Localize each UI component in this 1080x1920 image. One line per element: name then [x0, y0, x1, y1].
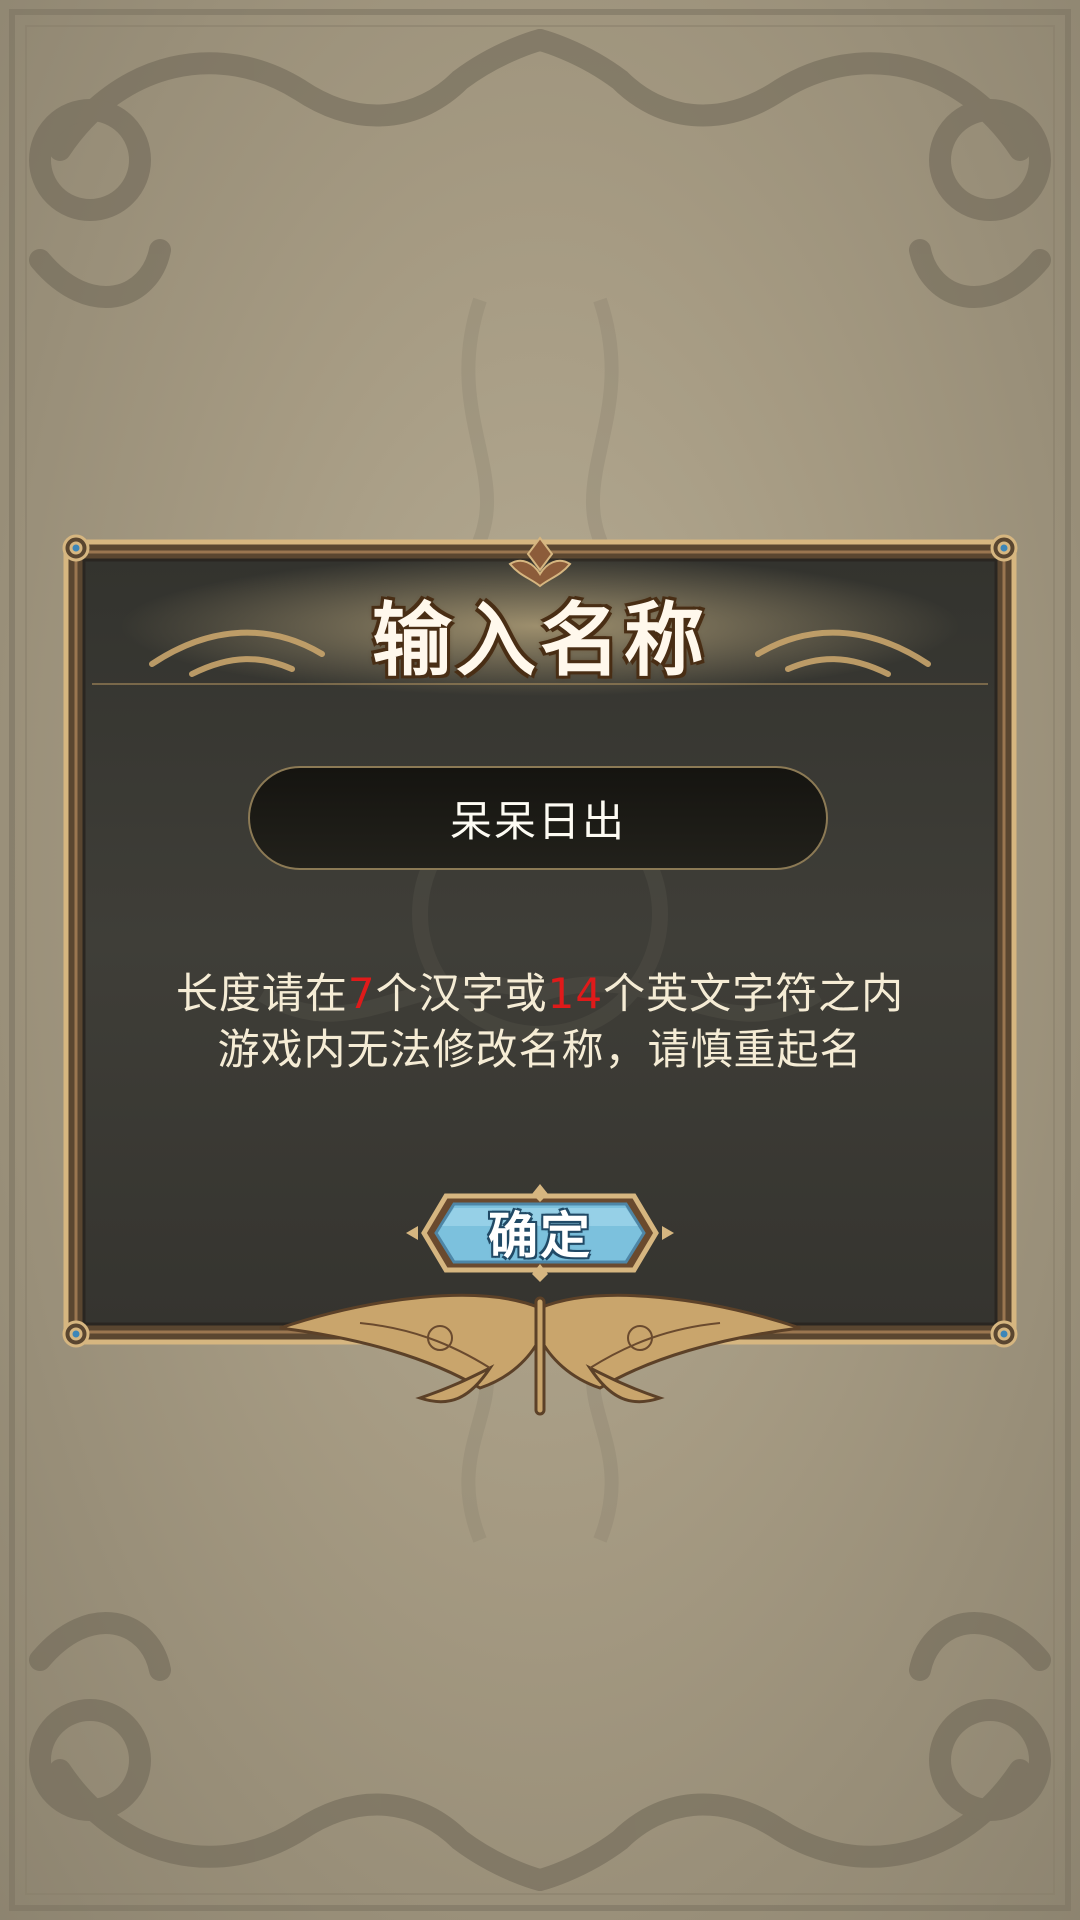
name-input-dialog: 输入名称 呆呆日出 长度请在7个汉字或14个英文字符之内 游戏内无法修改名称，请… — [62, 534, 1018, 1416]
confirm-button-label: 确定 — [488, 1207, 592, 1265]
butterfly-ornament-icon — [279, 1293, 801, 1416]
bottom-ornament-icon — [29, 1612, 1051, 1891]
hint-text: 个英文字符之内 — [603, 969, 905, 1018]
hint-english-limit: 14 — [547, 969, 604, 1018]
dialog-title: 输入名称 — [372, 594, 708, 687]
name-input[interactable]: 呆呆日出 — [248, 766, 828, 870]
top-ornament-icon — [29, 29, 1051, 308]
hint-warning: 游戏内无法修改名称，请慎重起名 — [217, 1025, 863, 1074]
hint-text: 长度请在 — [175, 969, 348, 1018]
hint-text: 个汉字或 — [375, 969, 548, 1018]
hint-length: 长度请在7个汉字或14个英文字符之内 — [62, 960, 1018, 1021]
name-input-value: 呆呆日出 — [449, 796, 626, 846]
hint-chinese-limit: 7 — [347, 969, 376, 1018]
confirm-button[interactable]: 确定 — [402, 1182, 678, 1284]
